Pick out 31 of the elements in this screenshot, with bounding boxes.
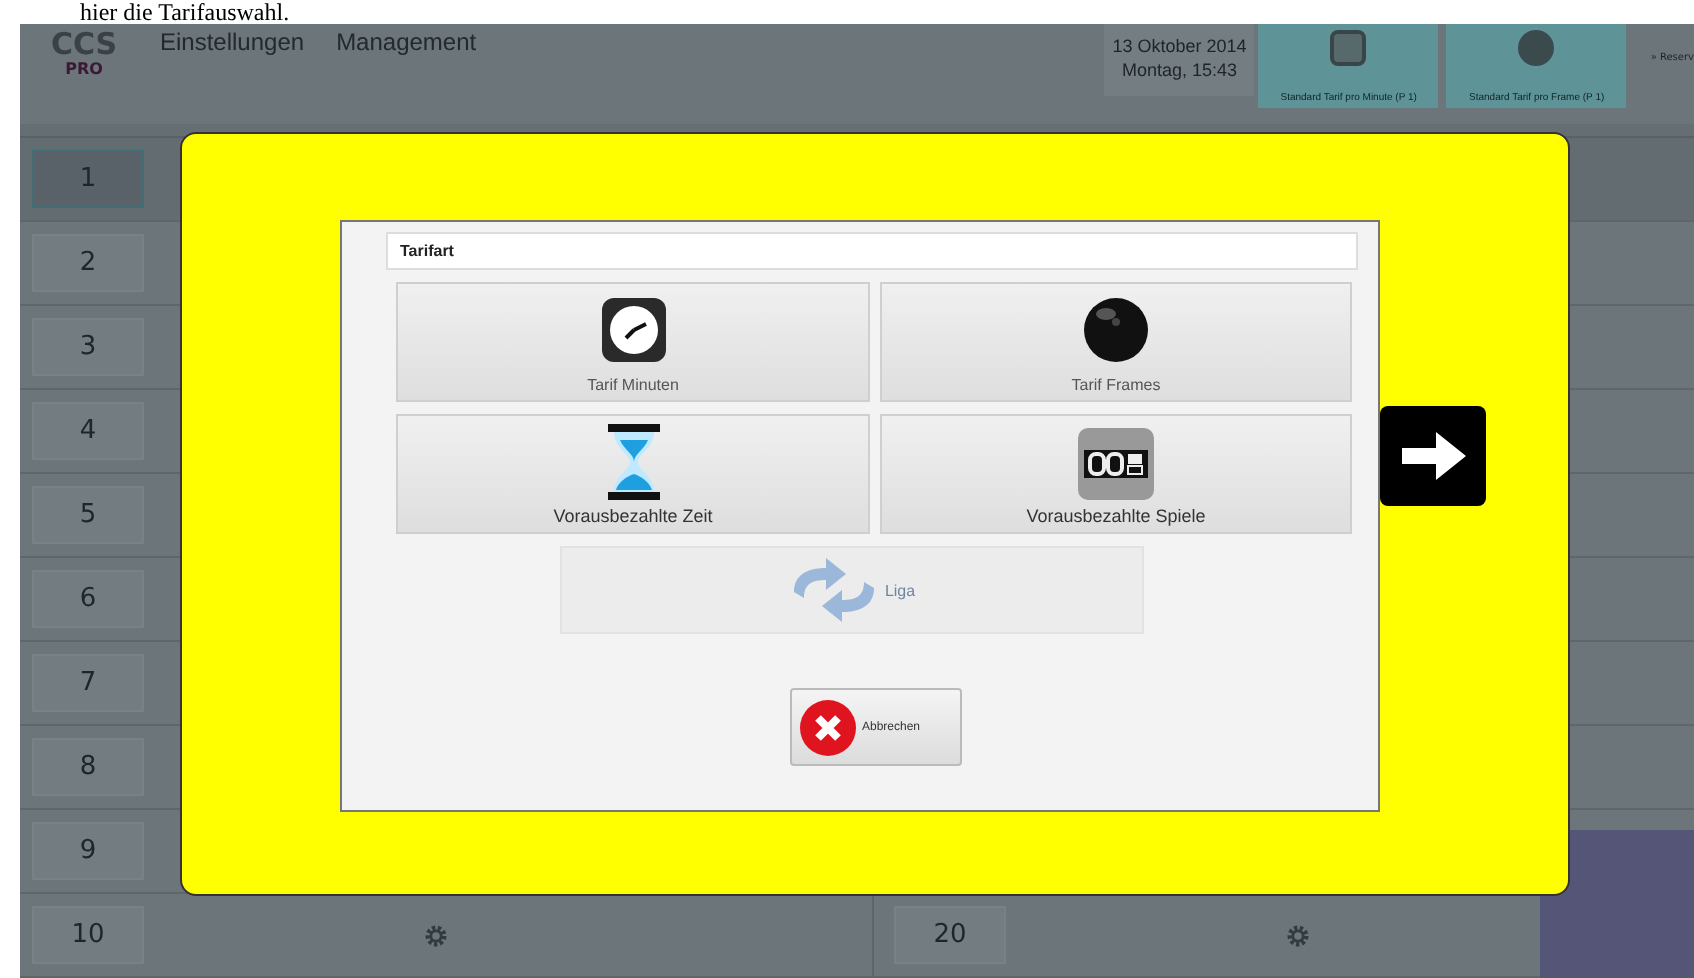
arrow-right-icon	[1397, 426, 1469, 486]
settings-icon[interactable]	[1286, 923, 1310, 947]
dialog-title: Tarifart	[386, 232, 1358, 270]
logo-subtitle: PRO	[65, 60, 103, 78]
hourglass-icon	[605, 422, 661, 502]
caption-text: hier die Tarifauswahl.	[78, 0, 292, 24]
next-button[interactable]	[1380, 406, 1486, 506]
tariff-option-button[interactable]: Tarif Frames	[880, 282, 1352, 402]
menu-item[interactable]: Einstellungen	[160, 24, 305, 56]
tariff-option-button[interactable]: Tarif Minuten	[396, 282, 870, 402]
lane-button[interactable]: 20	[894, 906, 1006, 964]
counter-icon	[1076, 426, 1156, 502]
lane-button[interactable]: 2	[32, 234, 144, 292]
tariff-option-button[interactable]: Vorausbezahlte Spiele	[880, 414, 1352, 534]
lane-button[interactable]: 3	[32, 318, 144, 376]
time-text: Montag, 15:43	[1122, 60, 1238, 80]
lane-button[interactable]: 9	[32, 822, 144, 880]
date-text: 13 Oktober 2014	[1112, 36, 1247, 56]
lane-button[interactable]: 1	[32, 150, 144, 208]
ball-icon	[1518, 30, 1555, 66]
close-icon	[798, 697, 858, 757]
settings-icon[interactable]	[424, 923, 448, 947]
lane-button[interactable]: 4	[32, 402, 144, 460]
lane-button[interactable]: 8	[32, 738, 144, 796]
menu-item[interactable]: Management	[336, 24, 477, 56]
lane-button[interactable]: 5	[32, 486, 144, 544]
bowling-ball-icon	[1082, 296, 1150, 364]
tariff-option-button[interactable]: Vorausbezahlte Zeit	[396, 414, 870, 534]
lane-button[interactable]: 7	[32, 654, 144, 712]
lane-button[interactable]: 6	[32, 570, 144, 628]
lane-button[interactable]: 10	[32, 906, 144, 964]
